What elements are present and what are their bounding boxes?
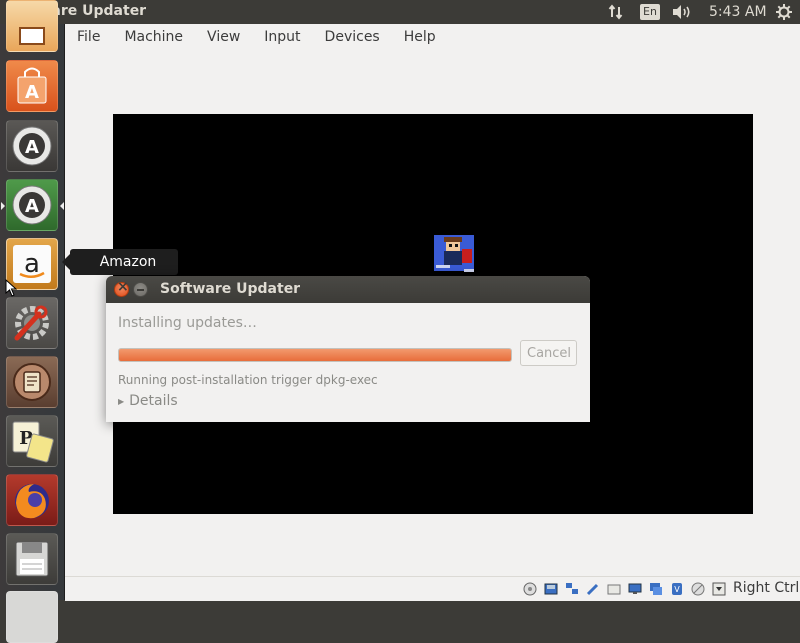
svg-text:A: A [25, 196, 39, 217]
launcher-item-ubuntu-software[interactable]: A [6, 60, 58, 112]
mouse-integration-icon[interactable] [691, 582, 705, 596]
keyboard-layout-label: En [640, 4, 660, 20]
running-indicator [1, 202, 5, 210]
usb-icon[interactable] [586, 582, 600, 596]
launcher-item-system-settings[interactable] [6, 297, 58, 349]
launcher-item-software-updater-running[interactable]: A [1, 179, 64, 231]
dialog-title: Software Updater [160, 281, 301, 297]
vbox-menubar: File Machine View Input Devices Help [65, 24, 800, 50]
status-text: Running post-installation trigger dpkg-e… [118, 373, 378, 387]
launcher-tooltip: Amazon [62, 249, 178, 275]
network-adapter-icon[interactable] [565, 582, 579, 596]
volume-icon[interactable] [671, 0, 693, 24]
vbox-statusbar: V Right Ctrl [65, 576, 800, 601]
software-updater-dialog: Software Updater Installing updates… Can… [106, 276, 590, 422]
display-icon[interactable] [628, 582, 642, 596]
svg-text:A: A [25, 82, 39, 103]
shared-folder-icon[interactable] [607, 582, 621, 596]
menu-machine[interactable]: Machine [112, 24, 195, 50]
optical-drive-icon[interactable] [523, 582, 537, 596]
amazon-icon: a [13, 245, 51, 283]
menu-input[interactable]: Input [252, 24, 312, 50]
pixel-character-sprite [434, 235, 474, 272]
host-key-icon[interactable] [712, 582, 726, 596]
network-updown-icon[interactable] [608, 0, 624, 24]
close-icon[interactable] [114, 279, 129, 297]
launcher-item-firefox[interactable] [6, 474, 58, 526]
playing-cards-icon: P [12, 421, 54, 463]
progress-bar-fill [119, 349, 511, 361]
launcher-item-software-updater[interactable]: A [6, 120, 58, 172]
update-arrows-icon: A [12, 185, 52, 225]
svg-text:A: A [25, 137, 39, 158]
mouse-pointer-icon [5, 279, 17, 297]
cpu-icon[interactable]: V [670, 582, 684, 596]
minimize-icon[interactable] [133, 282, 148, 297]
dialog-titlebar[interactable]: Software Updater [106, 276, 590, 303]
launcher-item-presentation[interactable] [6, 0, 58, 52]
details-expander[interactable]: ▶ Details [118, 393, 178, 409]
menu-file[interactable]: File [65, 24, 112, 50]
scroll-icon [13, 363, 51, 401]
update-arrows-icon: A [12, 126, 52, 166]
shopping-bag-icon: A [17, 67, 47, 104]
firefox-icon [15, 484, 49, 519]
menu-help[interactable]: Help [392, 24, 448, 50]
dialog-heading: Installing updates… [118, 315, 257, 331]
video-capture-icon[interactable] [649, 582, 663, 596]
progress-bar [118, 348, 512, 362]
unity-launcher: A A A a P [0, 0, 65, 643]
clock[interactable]: 5:43 AM [709, 0, 767, 24]
launcher-item-floppy[interactable] [6, 533, 58, 585]
launcher-item-solitaire[interactable]: P [6, 415, 58, 467]
launcher-item-scroll[interactable] [6, 356, 58, 408]
expander-arrow-icon: ▶ [118, 396, 125, 406]
tooltip-label: Amazon [99, 254, 157, 270]
svg-text:V: V [674, 585, 680, 594]
floppy-disk-icon [15, 541, 49, 577]
keyboard-layout-indicator[interactable]: En [640, 0, 660, 24]
menu-view[interactable]: View [195, 24, 252, 50]
svg-text:a: a [24, 249, 40, 279]
hard-disk-icon[interactable] [544, 582, 558, 596]
launcher-item-partial[interactable] [6, 591, 58, 643]
details-label: Details [129, 393, 178, 409]
presentation-icon [19, 27, 45, 45]
menu-devices[interactable]: Devices [313, 24, 392, 50]
session-gear-icon[interactable] [775, 0, 793, 24]
host-key-label: Right Ctrl [733, 580, 800, 596]
cancel-button[interactable]: Cancel [520, 340, 577, 366]
settings-wrench-icon [14, 305, 49, 341]
focused-indicator [60, 202, 64, 210]
top-panel: Software Updater En 5:43 AM [0, 0, 800, 24]
